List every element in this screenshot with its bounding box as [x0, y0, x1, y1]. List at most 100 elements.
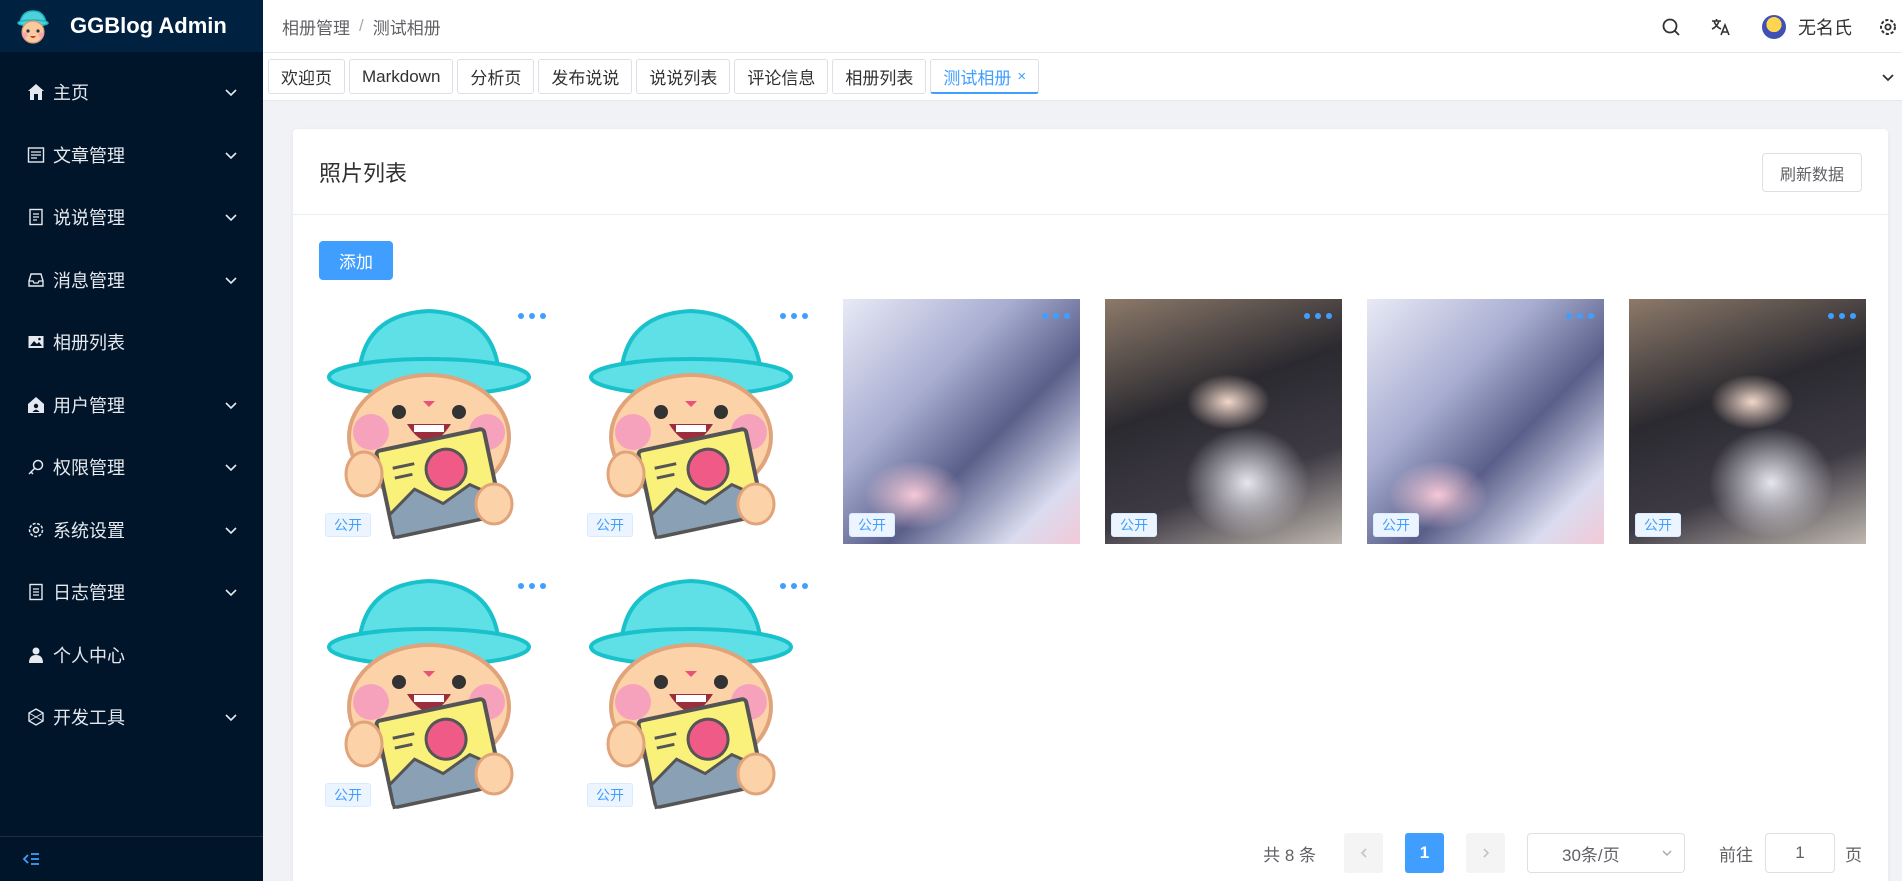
tab-label: 欢迎页 — [281, 69, 332, 88]
breadcrumb: 相册管理 / 测试相册 — [282, 14, 441, 39]
visibility-badge: 公开 — [1635, 513, 1681, 537]
note-icon — [25, 206, 47, 228]
tab-label: 发布说说 — [551, 69, 620, 88]
key-icon — [25, 456, 47, 478]
sidebar-item-albums[interactable]: 相册列表 — [0, 311, 263, 374]
sidebar-item-label: 日志管理 — [53, 583, 125, 604]
add-button[interactable]: 添加 — [319, 241, 393, 280]
visibility-badge: 公开 — [325, 783, 371, 807]
sidebar-item-devtools[interactable]: 开发工具 — [0, 686, 263, 749]
more-actions-icon[interactable] — [780, 313, 808, 319]
page-size-select[interactable]: 30条/页 — [1527, 833, 1685, 873]
photo-item[interactable]: 公开 — [319, 299, 556, 544]
more-actions-icon[interactable] — [1304, 313, 1332, 319]
logo[interactable]: GGBlog Admin — [0, 0, 263, 52]
photo-image — [843, 299, 1080, 544]
photo-image — [581, 299, 818, 544]
logo-mascot-icon — [14, 7, 52, 45]
photo-item[interactable]: 公开 — [319, 569, 556, 814]
sidebar-item-label: 权限管理 — [53, 458, 125, 479]
photo-item[interactable]: 公开 — [1367, 299, 1604, 544]
more-actions-icon[interactable] — [518, 583, 546, 589]
more-actions-icon[interactable] — [1566, 313, 1594, 319]
goto-prefix: 前往 — [1719, 845, 1753, 865]
chevron-down-icon — [225, 402, 237, 409]
photo-image — [319, 569, 556, 814]
visibility-badge: 公开 — [587, 513, 633, 537]
breadcrumb-parent[interactable]: 相册管理 — [282, 14, 350, 39]
chevron-left-icon — [1360, 848, 1367, 858]
tab-label: 相册列表 — [845, 69, 914, 88]
sidebar-item-talks[interactable]: 说说管理 — [0, 186, 263, 249]
sidebar-item-label: 文章管理 — [53, 145, 125, 166]
tab-label: 评论信息 — [747, 69, 816, 88]
gear-icon — [1880, 18, 1896, 35]
sidebar-item-articles[interactable]: 文章管理 — [0, 124, 263, 187]
tab-label: Markdown — [362, 66, 441, 86]
tab-welcome[interactable]: 欢迎页 — [268, 59, 345, 94]
tab-analysis[interactable]: 分析页 — [457, 59, 535, 94]
tab-markdown[interactable]: Markdown — [349, 59, 454, 94]
goto-suffix: 页 — [1845, 845, 1862, 865]
photo-list-card: 照片列表 刷新数据 添加 公开 公开 公开 公开 公开 公开 公开 公开 共 8 条 1 30… — [293, 129, 1888, 881]
more-actions-icon[interactable] — [780, 583, 808, 589]
photo-image — [1105, 299, 1342, 544]
visibility-badge: 公开 — [1373, 513, 1419, 537]
pagination: 共 8 条 1 30条/页 前往 1 页 — [1263, 833, 1862, 873]
chevron-down-icon — [1882, 74, 1894, 82]
app-title: GGBlog Admin — [70, 13, 227, 38]
translate-icon — [1711, 18, 1730, 35]
sidebar-item-users[interactable]: 用户管理 — [0, 374, 263, 437]
sidebar-item-profile[interactable]: 个人中心 — [0, 624, 263, 687]
more-actions-icon[interactable] — [1042, 313, 1070, 319]
photo-item[interactable]: 公开 — [581, 569, 818, 814]
sidebar-item-home[interactable]: 主页 — [0, 61, 263, 124]
sidebar: GGBlog Admin 主页 文章管理 说说管理 消息管理 相册列表 用户管理… — [0, 0, 263, 881]
photo-item[interactable]: 公开 — [843, 299, 1080, 544]
sidebar-item-label: 主页 — [53, 83, 89, 104]
picture-icon — [25, 331, 47, 353]
search-button[interactable] — [1646, 0, 1696, 53]
settings-button[interactable] — [1874, 0, 1902, 53]
next-page-button[interactable] — [1466, 833, 1505, 873]
sidebar-collapse-button[interactable] — [0, 836, 263, 881]
breadcrumb-current: 测试相册 — [372, 18, 441, 38]
language-button[interactable] — [1696, 0, 1746, 53]
sidebar-item-settings[interactable]: 系统设置 — [0, 499, 263, 562]
tab-test-album[interactable]: 测试相册 × — [930, 59, 1040, 94]
gear-icon — [25, 519, 47, 541]
photo-item[interactable]: 公开 — [581, 299, 818, 544]
tabs-more-button[interactable] — [1874, 53, 1902, 101]
header-actions: 无名氏 — [1646, 0, 1902, 53]
more-actions-icon[interactable] — [518, 313, 546, 319]
sidebar-item-label: 用户管理 — [53, 395, 125, 416]
photo-image — [581, 569, 818, 814]
goto-page-input[interactable]: 1 — [1765, 833, 1835, 873]
page-number[interactable]: 1 — [1405, 833, 1444, 873]
chevron-down-icon — [225, 214, 237, 222]
sidebar-item-label: 相册列表 — [53, 333, 125, 354]
sidebar-item-messages[interactable]: 消息管理 — [0, 249, 263, 312]
user-home-icon — [25, 394, 47, 416]
sidebar-item-label: 消息管理 — [53, 270, 125, 291]
photo-item[interactable]: 公开 — [1105, 299, 1342, 544]
user-menu[interactable]: 无名氏 — [1762, 14, 1852, 40]
sidebar-item-permissions[interactable]: 权限管理 — [0, 436, 263, 499]
close-icon[interactable]: × — [1017, 68, 1026, 85]
chevron-down-icon — [225, 714, 237, 722]
sidebar-item-label: 系统设置 — [53, 520, 125, 541]
tools-icon — [25, 706, 47, 728]
tab-comments[interactable]: 评论信息 — [734, 59, 829, 94]
breadcrumb-separator: / — [359, 16, 364, 35]
photo-item[interactable]: 公开 — [1629, 299, 1866, 544]
inbox-icon — [25, 269, 47, 291]
more-actions-icon[interactable] — [1828, 313, 1856, 319]
sidebar-menu: 主页 文章管理 说说管理 消息管理 相册列表 用户管理 权限管理 系统设置 日志… — [0, 52, 263, 749]
tab-talk-list[interactable]: 说说列表 — [636, 59, 731, 94]
refresh-button[interactable]: 刷新数据 — [1761, 153, 1862, 192]
tab-album-list[interactable]: 相册列表 — [832, 59, 927, 94]
sidebar-item-logs[interactable]: 日志管理 — [0, 561, 263, 624]
chevron-down-icon — [1662, 850, 1672, 857]
prev-page-button[interactable] — [1344, 833, 1383, 873]
tab-publish-talk[interactable]: 发布说说 — [538, 59, 633, 94]
